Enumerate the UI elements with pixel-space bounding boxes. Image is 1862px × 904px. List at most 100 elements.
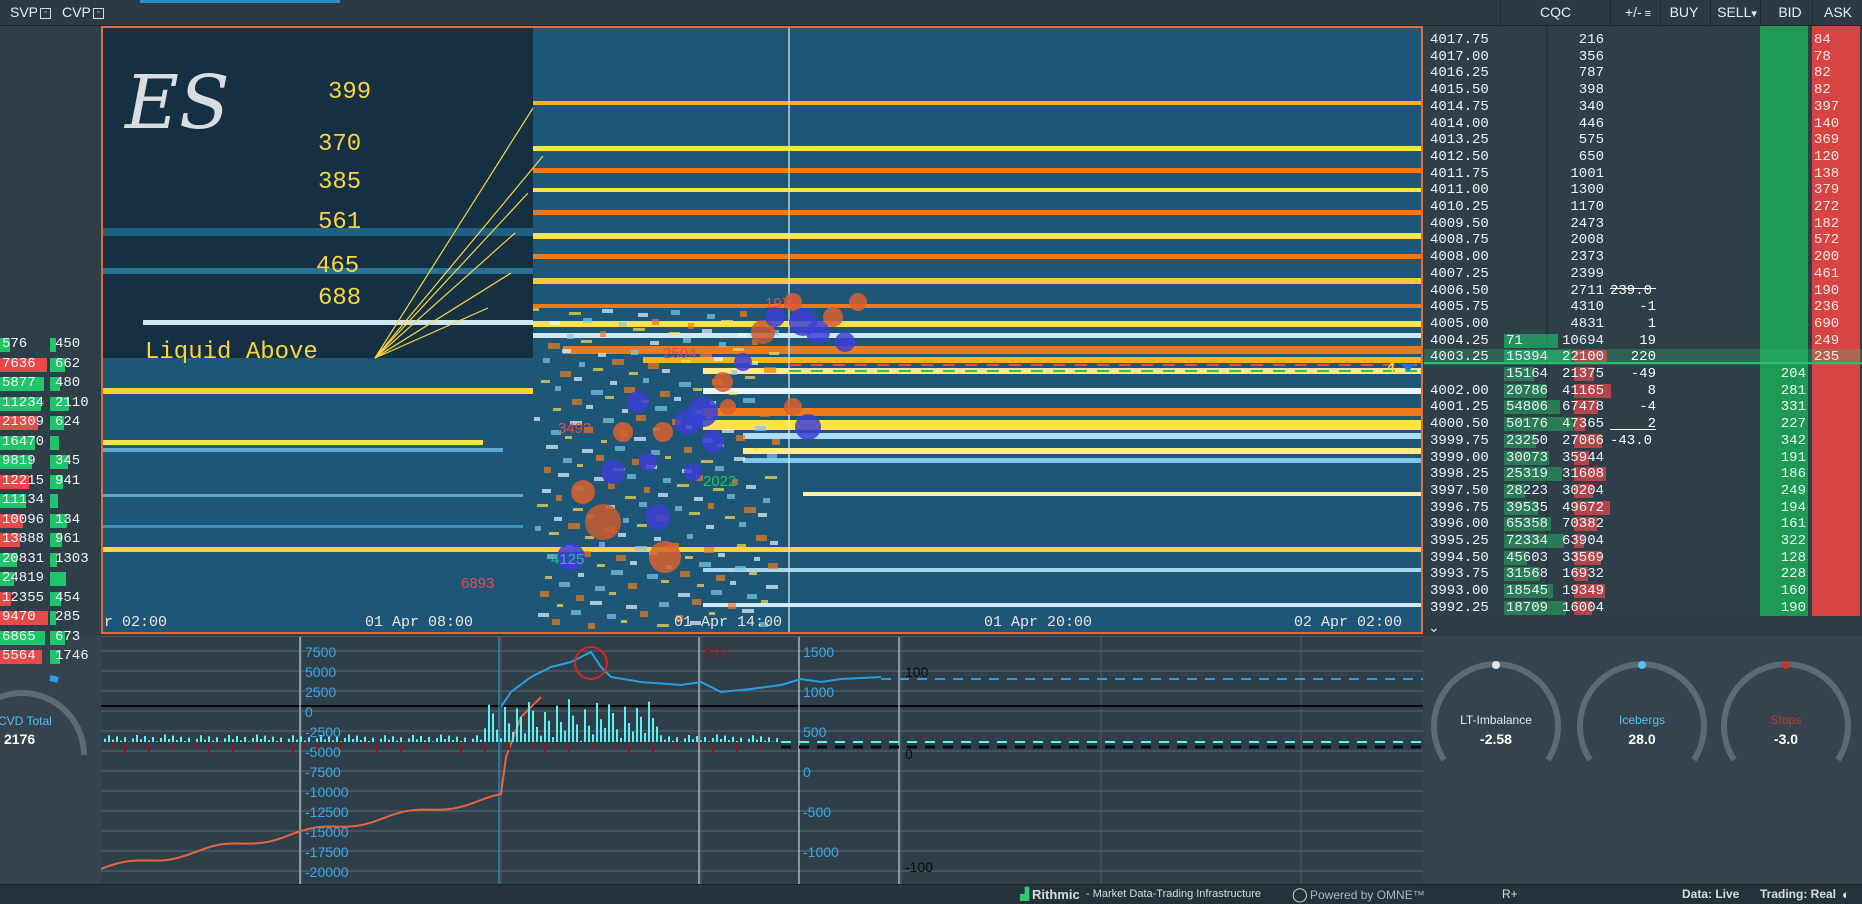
dom-ask[interactable]: 272 — [1814, 199, 1839, 215]
dom-bid[interactable]: 194 — [1766, 500, 1806, 516]
settings-box-icon[interactable]: ▫ — [40, 7, 52, 19]
filter-icon[interactable]: ▾ — [1751, 8, 1757, 20]
gauge-2[interactable]: Icebergs 28.0 — [1572, 655, 1712, 775]
trade-bubble[interactable] — [613, 422, 633, 442]
dom-ask[interactable]: 182 — [1814, 216, 1839, 232]
dom-bid[interactable]: 342 — [1766, 433, 1806, 449]
trade-bubble[interactable] — [639, 453, 657, 471]
trade-bubble[interactable] — [684, 463, 702, 481]
dom-row[interactable]: 4009.50 2473 182 — [1424, 216, 1862, 232]
dom-row[interactable]: 15164 21375 -49 204 — [1424, 366, 1862, 382]
dom-row[interactable]: 3996.00 65358 70382 161 — [1424, 516, 1862, 532]
col-cqc[interactable]: CQC — [1540, 4, 1571, 20]
trade-bubble[interactable] — [645, 504, 671, 530]
liquidity-heatmap[interactable]: ES 399 370 385 561 465 688 Liquid Above 3493 4125… — [101, 26, 1423, 634]
dom-row[interactable]: 4015.50 398 82 — [1424, 82, 1862, 98]
trade-bubble[interactable] — [720, 399, 736, 415]
dom-row[interactable]: 3997.50 28223 30204 249 — [1424, 483, 1862, 499]
dom-row[interactable]: 4007.25 2399 461 — [1424, 266, 1862, 282]
dom-bid[interactable]: 204 — [1766, 366, 1806, 382]
dom-row[interactable]: 4005.00 4831 1 690 — [1424, 316, 1862, 332]
dom-ask[interactable]: 82 — [1814, 65, 1831, 81]
trade-bubble[interactable] — [702, 431, 724, 453]
dom-bid[interactable]: 190 — [1766, 600, 1806, 616]
dom-ask[interactable]: 572 — [1814, 232, 1839, 248]
dom-row[interactable]: 4005.75 4310 -1 236 — [1424, 299, 1862, 315]
dom-row[interactable]: 4004.25 71 10694 19 249 — [1424, 333, 1862, 349]
dom-row[interactable]: 3993.00 18545 19349 160 — [1424, 583, 1862, 599]
dom-ask[interactable]: 200 — [1814, 249, 1839, 265]
dom-row[interactable]: 3995.25 72334 63904 322 — [1424, 533, 1862, 549]
rplus-indicator[interactable]: R+ — [1502, 887, 1518, 901]
gauge-1[interactable]: LT-Imbalance -2.58 — [1426, 655, 1566, 775]
dom-ask[interactable]: 84 — [1814, 32, 1831, 48]
dom-bid[interactable]: 191 — [1766, 450, 1806, 466]
dom-ask[interactable]: 369 — [1814, 132, 1839, 148]
dom-row[interactable]: 4017.75 216 84 — [1424, 32, 1862, 48]
col-buy[interactable]: BUY — [1664, 4, 1704, 20]
dom-row[interactable]: 3992.25 18709 16004 190 — [1424, 600, 1862, 616]
trade-bubble[interactable] — [653, 422, 673, 442]
trade-bubble[interactable] — [649, 541, 681, 573]
svp-toggle[interactable]: SVP ▫ — [10, 4, 52, 20]
dom-bid[interactable]: 128 — [1766, 550, 1806, 566]
trade-bubble[interactable] — [713, 372, 733, 392]
dom-bid[interactable]: 281 — [1766, 383, 1806, 399]
dom-ask[interactable]: 138 — [1814, 166, 1839, 182]
dom-ask[interactable]: 379 — [1814, 182, 1839, 198]
dom-row[interactable]: 3999.75 23250 27066 -43.0 342 — [1424, 433, 1862, 449]
cvd-chart[interactable]: 7500 5000 2500 0 -2500 -5000 -7500 -10000 -12500… — [100, 636, 1423, 885]
dom-ask[interactable]: 140 — [1814, 116, 1839, 132]
trade-bubble[interactable] — [823, 307, 843, 327]
dom-ask[interactable]: 82 — [1814, 82, 1831, 98]
dom-ask[interactable]: 397 — [1814, 99, 1839, 115]
dom-row[interactable]: 3999.00 30073 35944 191 — [1424, 450, 1862, 466]
trade-bubble[interactable] — [688, 397, 718, 427]
dom-row[interactable]: 4014.75 340 397 — [1424, 99, 1862, 115]
dom-row[interactable]: 4011.75 1001 138 — [1424, 166, 1862, 182]
dom-row[interactable]: 4010.25 1170 272 — [1424, 199, 1862, 215]
col-delta[interactable]: +/- ≡ — [1618, 4, 1658, 20]
cvp-toggle[interactable]: CVP ▫ — [62, 4, 104, 20]
dom-ladder[interactable]: 4017.75 216 84 4017.00 356 78 4016.25 787 82 4015… — [1424, 26, 1862, 616]
dom-bid[interactable]: 228 — [1766, 566, 1806, 582]
dom-bid[interactable]: 331 — [1766, 399, 1806, 415]
dom-bid[interactable]: 227 — [1766, 416, 1806, 432]
dom-ask[interactable]: 461 — [1814, 266, 1839, 282]
settings-box-icon[interactable]: ▫ — [92, 7, 104, 19]
dom-row[interactable]: 4001.25 54806 67478 -4 331 — [1424, 399, 1862, 415]
trade-bubble[interactable] — [784, 398, 802, 416]
dom-ask[interactable]: 120 — [1814, 149, 1839, 165]
dom-row[interactable]: 3998.25 25319 31608 186 — [1424, 466, 1862, 482]
dom-row[interactable]: 4017.00 356 78 — [1424, 49, 1862, 65]
dom-row[interactable]: 3993.75 31568 16932 228 — [1424, 566, 1862, 582]
dom-row[interactable]: 4006.50 2711 239.0 190 — [1424, 283, 1862, 299]
trade-bubble[interactable] — [835, 332, 855, 352]
chevron-down-icon[interactable]: ⌄ — [1428, 619, 1440, 636]
dom-row[interactable]: 4008.00 2373 200 — [1424, 249, 1862, 265]
dom-bid[interactable]: 322 — [1766, 533, 1806, 549]
trade-bubble[interactable] — [571, 480, 595, 504]
dom-row[interactable]: 3996.75 39535 49672 194 — [1424, 500, 1862, 516]
trade-bubble[interactable] — [585, 504, 621, 540]
trade-bubble[interactable] — [601, 460, 625, 484]
dom-bid[interactable]: 186 — [1766, 466, 1806, 482]
dom-row[interactable]: 4014.00 446 140 — [1424, 116, 1862, 132]
trade-bubble[interactable] — [627, 391, 649, 413]
dom-bid[interactable]: 161 — [1766, 516, 1806, 532]
trade-bubble[interactable] — [849, 293, 867, 311]
gauge-3[interactable]: Stops -3.0 — [1716, 655, 1856, 775]
dom-row[interactable]: 4012.50 650 120 — [1424, 149, 1862, 165]
dom-ask[interactable]: 249 — [1814, 333, 1839, 349]
dom-bid[interactable]: 249 — [1766, 483, 1806, 499]
dom-row[interactable]: 4002.00 20786 41165 8 281 — [1424, 383, 1862, 399]
dom-row[interactable]: 4013.25 575 369 — [1424, 132, 1862, 148]
col-sell[interactable]: SELL▾ — [1714, 4, 1760, 20]
dom-ask[interactable]: 690 — [1814, 316, 1839, 332]
filter-icon[interactable]: ≡ — [1642, 8, 1651, 20]
trade-bubble[interactable] — [734, 353, 752, 371]
trade-bubble[interactable] — [795, 414, 821, 440]
dom-ask[interactable]: 78 — [1814, 49, 1831, 65]
col-bid[interactable]: BID — [1770, 4, 1810, 20]
dom-bid[interactable]: 160 — [1766, 583, 1806, 599]
